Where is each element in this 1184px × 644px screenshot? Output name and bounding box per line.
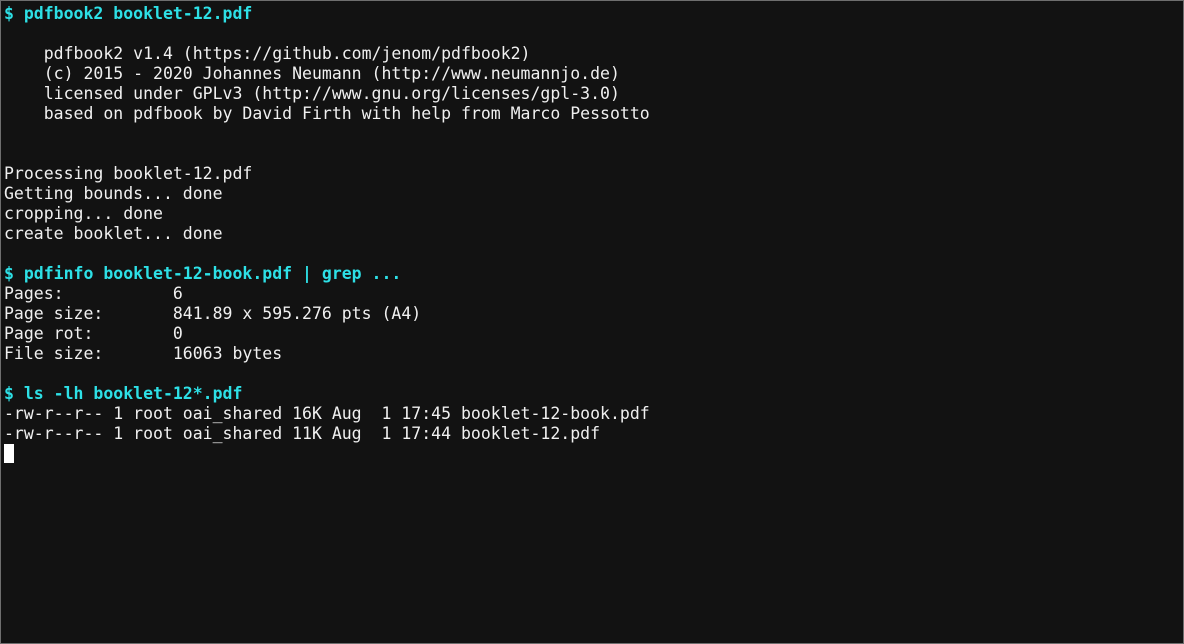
- output-line-cropping: cropping... done: [4, 204, 163, 223]
- output-line-banner-version: pdfbook2 v1.4 (https://github.com/jenom/…: [4, 44, 531, 63]
- output-line-file-size: File size: 16063 bytes: [4, 344, 283, 363]
- prompt-line[interactable]: [4, 444, 1183, 464]
- output-line-page-rot: Page rot: 0: [4, 324, 183, 343]
- output-line-banner-credits: based on pdfbook by David Firth with hel…: [4, 104, 650, 123]
- output-line-ls-source: -rw-r--r-- 1 root oai_shared 11K Aug 1 1…: [4, 424, 601, 443]
- output-line-create-booklet: create booklet... done: [4, 224, 223, 243]
- output-line-page-size: Page size: 841.89 x 595.276 pts (A4): [4, 304, 422, 323]
- command-line-ls: $ ls -lh booklet-12*.pdf: [4, 384, 243, 403]
- output-line-banner-license: licensed under GPLv3 (http://www.gnu.org…: [4, 84, 620, 103]
- command-line-pdfbook2: $ pdfbook2 booklet-12.pdf: [4, 4, 253, 23]
- output-line-processing: Processing booklet-12.pdf: [4, 164, 253, 183]
- text-cursor: [4, 444, 14, 463]
- output-line-pages: Pages: 6: [4, 284, 183, 303]
- terminal-window[interactable]: $ pdfbook2 booklet-12.pdf pdfbook2 v1.4 …: [0, 0, 1184, 644]
- output-line-banner-copyright: (c) 2015 - 2020 Johannes Neumann (http:/…: [4, 64, 620, 83]
- output-line-bounds: Getting bounds... done: [4, 184, 223, 203]
- command-line-pdfinfo: $ pdfinfo booklet-12-book.pdf | grep ...: [4, 264, 402, 283]
- output-line-ls-book: -rw-r--r-- 1 root oai_shared 16K Aug 1 1…: [4, 404, 650, 423]
